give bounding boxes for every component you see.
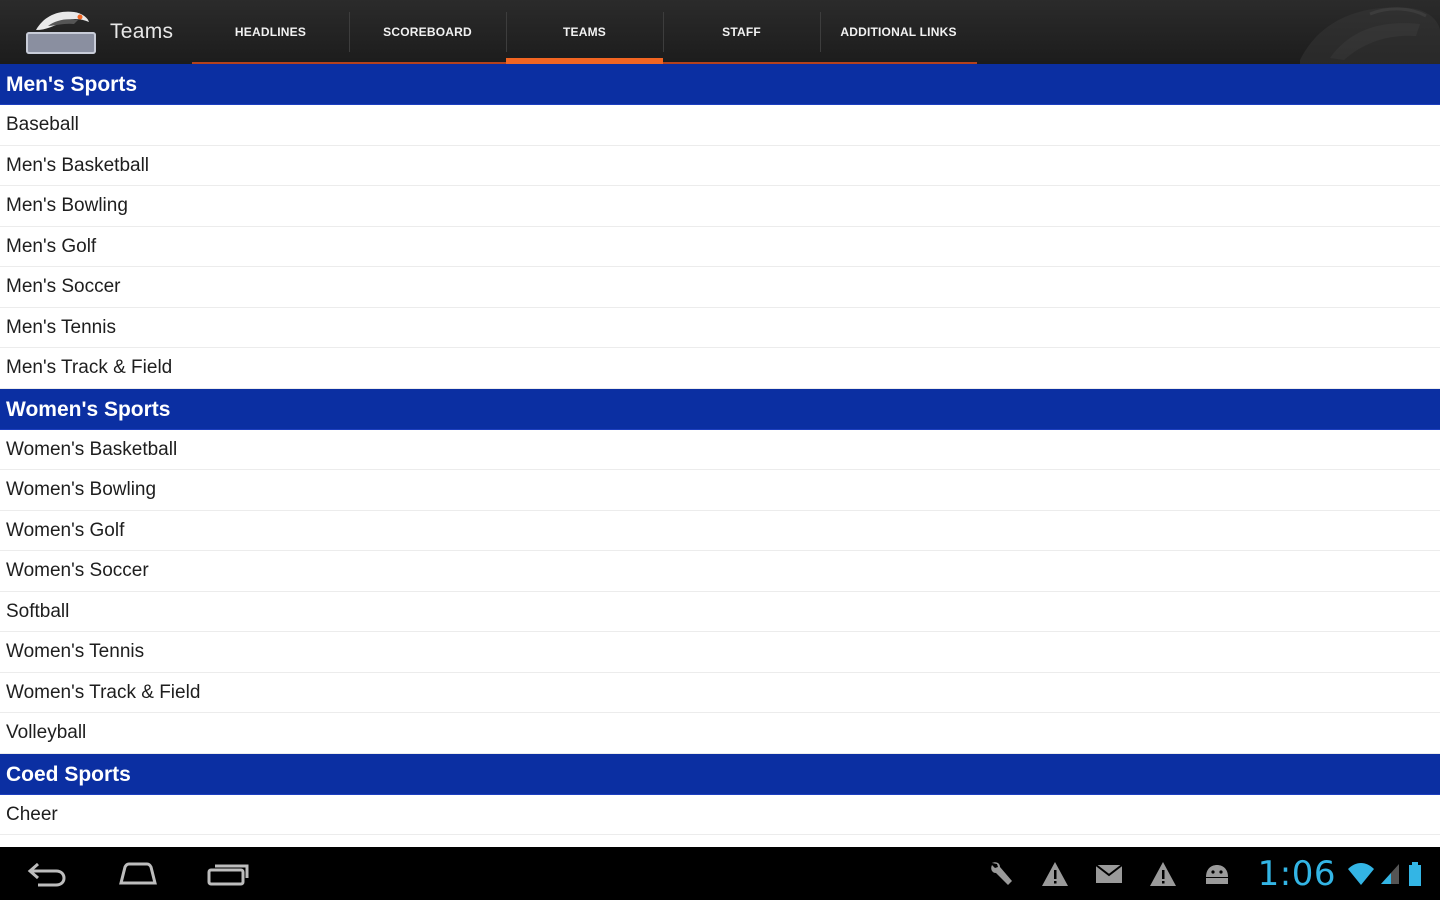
system-bar: 1:06 <box>0 847 1440 900</box>
tab-headlines[interactable]: HEADLINES <box>192 0 349 64</box>
clock: 1:06 <box>1257 853 1336 894</box>
team-item[interactable]: Men's Bowling <box>0 186 1440 227</box>
home-icon <box>119 862 157 884</box>
team-item[interactable]: Volleyball <box>0 713 1440 754</box>
signal-icon <box>1378 857 1402 891</box>
team-item[interactable]: Men's Tennis <box>0 308 1440 348</box>
team-item[interactable]: Women's Soccer <box>0 551 1440 592</box>
mail-icon <box>1092 857 1126 891</box>
tab-teams[interactable]: TEAMS <box>506 0 663 64</box>
back-button[interactable] <box>22 854 70 894</box>
battery-icon <box>1406 857 1424 891</box>
tab-label: TEAMS <box>563 25 606 39</box>
tab-staff[interactable]: STAFF <box>663 0 820 64</box>
section-header-womens-sports: Women's Sports <box>0 388 1440 430</box>
wifi-icon <box>1344 857 1378 891</box>
warning-icon <box>1146 857 1180 891</box>
team-item[interactable]: Men's Golf <box>0 227 1440 267</box>
team-item[interactable]: Men's Basketball <box>0 146 1440 186</box>
home-button[interactable] <box>114 854 162 894</box>
team-item[interactable]: Men's Track & Field <box>0 348 1440 389</box>
team-item[interactable]: Softball <box>0 592 1440 632</box>
app-title: Teams <box>110 20 174 43</box>
team-item[interactable]: Women's Bowling <box>0 470 1440 511</box>
team-item[interactable]: Women's Golf <box>0 511 1440 551</box>
teams-list[interactable]: Men's Sports Baseball Men's Basketball M… <box>0 64 1440 847</box>
team-item[interactable]: Women's Tennis <box>0 632 1440 673</box>
section-header-mens-sports: Men's Sports <box>0 64 1440 105</box>
team-item[interactable]: Baseball <box>0 105 1440 146</box>
team-item[interactable]: Cheer <box>0 795 1440 835</box>
tab-scoreboard[interactable]: SCOREBOARD <box>349 0 506 64</box>
wrench-icon <box>984 857 1018 891</box>
tab-bar: HEADLINES SCOREBOARD TEAMS STAFF ADDITIO… <box>192 0 977 64</box>
section-header-coed-sports: Coed Sports <box>0 753 1440 795</box>
action-bar: Teams HEADLINES SCOREBOARD TEAMS STAFF A… <box>0 0 1440 64</box>
logo-banner <box>26 32 96 54</box>
recent-apps-icon <box>207 864 249 885</box>
tab-label: STAFF <box>722 25 761 39</box>
recent-apps-button[interactable] <box>204 854 252 894</box>
tab-label: HEADLINES <box>234 25 307 39</box>
android-icon <box>1200 857 1234 891</box>
team-item[interactable]: Women's Track & Field <box>0 673 1440 713</box>
team-item[interactable]: Women's Basketball <box>0 430 1440 470</box>
team-item[interactable]: Men's Soccer <box>0 267 1440 308</box>
back-icon <box>27 862 66 886</box>
warning-icon <box>1038 857 1072 891</box>
app-logo[interactable] <box>24 6 100 58</box>
tab-additional-links[interactable]: ADDITIONAL LINKS <box>820 0 977 64</box>
status-area[interactable]: 1:06 <box>964 854 1440 894</box>
mascot-watermark-icon <box>1300 7 1440 64</box>
tab-label: ADDITIONAL LINKS <box>840 25 957 39</box>
tab-label: SCOREBOARD <box>383 25 472 39</box>
navigation-buttons <box>0 854 252 894</box>
